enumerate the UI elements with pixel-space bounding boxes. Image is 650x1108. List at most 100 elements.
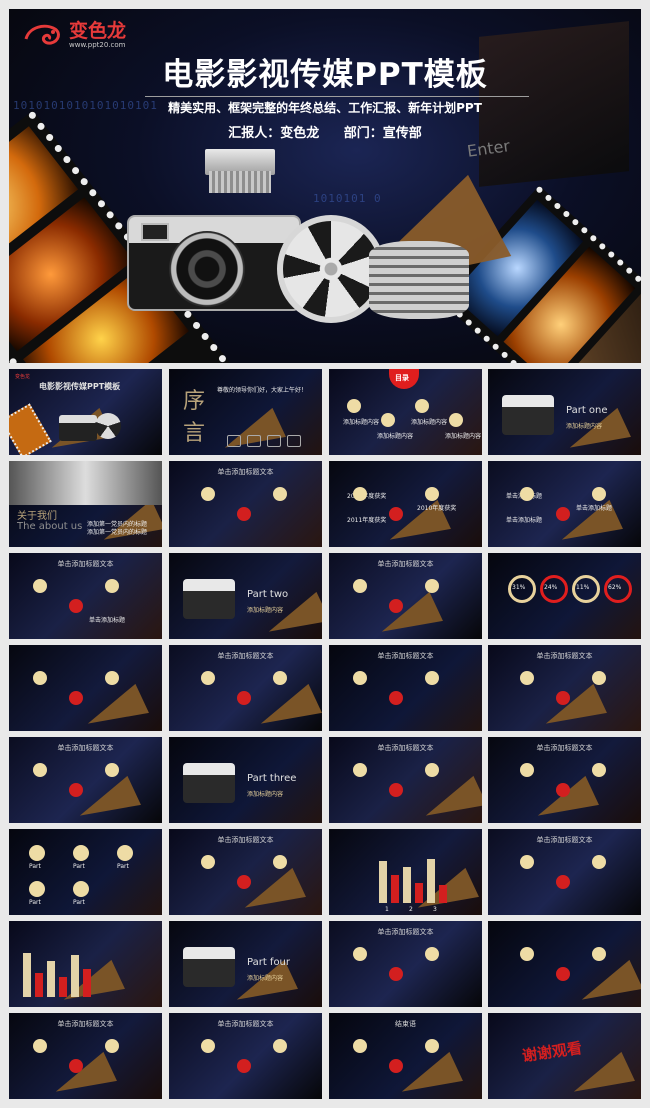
icon-circle [201, 487, 215, 501]
slide-title: 单击添加标题文本 [57, 744, 114, 752]
outline-circle [247, 435, 261, 447]
icon-circle [201, 1039, 215, 1053]
slide-thumbnail[interactable]: 单击添加标题文本 [488, 829, 641, 915]
icon-circle [389, 783, 403, 797]
slide-thumbnail[interactable]: 变色龙 电影影视传媒PPT模板 [9, 369, 162, 455]
slide-thumbnail[interactable]: 单击添加标题文本 [169, 645, 322, 731]
outline-circle [227, 435, 241, 447]
slide-thumbnail[interactable] [9, 921, 162, 1007]
chart-bar [23, 953, 31, 997]
slide-thumbnail[interactable]: Part two 添加标题内容 [169, 553, 322, 639]
chart-bar [379, 861, 387, 903]
chart-bar [71, 955, 79, 997]
slide-thumbnail[interactable] [9, 645, 162, 731]
icon-circle [389, 1059, 403, 1073]
slide-thumbnail[interactable]: 单击添加标题文本 [169, 461, 322, 547]
slide-thumbnail[interactable]: 单击添加标题单击添加标题单击添加标题 [488, 461, 641, 547]
closing-text: 谢谢观看 [521, 1038, 584, 1066]
part-illustration [502, 395, 554, 435]
part-illustration [183, 579, 235, 619]
icon-circle [69, 1059, 83, 1073]
slide-title: 单击添加标题文本 [536, 836, 593, 844]
percent-value: 24% [544, 584, 558, 591]
icon-circle [592, 763, 606, 777]
part-circle [117, 845, 133, 861]
part-subtitle: 添加标题内容 [247, 607, 284, 614]
icon-circle [69, 783, 83, 797]
list-item: 2011年度获奖 [347, 517, 387, 524]
icon-circle [353, 1039, 367, 1053]
part-subtitle: 添加标题内容 [247, 791, 284, 798]
slide-thumbnail[interactable]: 结束语 [329, 1013, 482, 1099]
chart-bar [439, 885, 447, 903]
icon-circle [556, 783, 570, 797]
slide-thumbnail[interactable]: Part one 添加标题内容 [488, 369, 641, 455]
list-item: 单击添加标题 [576, 505, 613, 512]
part-subtitle: 添加标题内容 [566, 423, 603, 430]
icon-circle [556, 691, 570, 705]
icon-circle [592, 487, 606, 501]
slide-thumbnail[interactable]: Part Part Part Part Part [9, 829, 162, 915]
chart-bar [415, 883, 423, 903]
slide-thumbnail[interactable]: 关于我们 The about us 添加第一党员内的标题 添加第一党员内的标题 [9, 461, 162, 547]
slide-title: 电影影视传媒PPT模板 [39, 382, 121, 391]
part-circle [29, 845, 45, 861]
slide-thumbnail[interactable]: 2009年度获奖 2010年度获奖 2011年度获奖 [329, 461, 482, 547]
percent-value: 62% [608, 584, 622, 591]
slide-thumbnail[interactable]: 1 2 3 [329, 829, 482, 915]
part-title: Part two [247, 589, 289, 600]
chart-bar [427, 859, 435, 903]
slide-thumbnail[interactable]: 单击添加标题文本单击添加标题 [9, 553, 162, 639]
chart-tick: 1 [385, 906, 389, 913]
arrow-graphic [81, 683, 149, 731]
slide-title: 单击添加标题文本 [57, 560, 114, 568]
icon-circle [237, 507, 251, 521]
part-label: Part [73, 899, 85, 906]
icon-circle [69, 599, 83, 613]
chart-tick: 3 [433, 906, 437, 913]
reporter-name: 汇报人：变色龙 [228, 126, 320, 141]
icon-circle [353, 579, 367, 593]
slide-thumbnail[interactable]: 单击添加标题文本 [488, 737, 641, 823]
slide-thumbnail[interactable]: 单击添加标题文本 [329, 645, 482, 731]
icon-circle [520, 763, 534, 777]
icon-circle [105, 579, 119, 593]
icon-circle [273, 1039, 287, 1053]
icon-circle [520, 487, 534, 501]
toc-icon [449, 413, 463, 427]
slide-thumbnail[interactable]: 序言 尊敬的领导你们好，大家上午好！ [169, 369, 322, 455]
slide-thumbnail[interactable]: 单击添加标题文本 [169, 829, 322, 915]
slide-thumbnail[interactable]: 单击添加标题文本 [329, 921, 482, 1007]
icon-circle [353, 671, 367, 685]
slide-thumbnail[interactable]: Part three 添加标题内容 [169, 737, 322, 823]
icon-circle [592, 947, 606, 961]
part-illustration [183, 763, 235, 803]
slide-thumbnail[interactable]: 单击添加标题文本 [488, 645, 641, 731]
icon-circle [33, 671, 47, 685]
slide-thumbnail[interactable]: 31% 24% 11% 62% [488, 553, 641, 639]
film-reel-icon [95, 413, 121, 439]
arrow-graphic [49, 1051, 117, 1099]
slide-thumbnail[interactable]: 谢谢观看 [488, 1013, 641, 1099]
slide-thumbnail[interactable]: 单击添加标题文本 [169, 1013, 322, 1099]
slide-thumbnail[interactable]: 单击添加标题文本 [329, 553, 482, 639]
slide-title: 单击添加标题文本 [217, 1020, 274, 1028]
slide-label: 单击添加标题 [89, 617, 126, 624]
toc-icon [381, 413, 395, 427]
slide-thumbnail[interactable]: 单击添加标题文本 [9, 1013, 162, 1099]
slide-title: 目录 [395, 374, 409, 382]
slide-title: 序 [183, 389, 206, 414]
slide-thumbnail[interactable]: Part four 添加标题内容 [169, 921, 322, 1007]
slide-thumbnail[interactable]: 单击添加标题文本 [9, 737, 162, 823]
toc-icon [347, 399, 361, 413]
part-circle [73, 881, 89, 897]
icon-circle [389, 507, 403, 521]
slide-thumbnail[interactable]: 单击添加标题文本 [329, 737, 482, 823]
arrow-graphic [218, 407, 286, 455]
title-divider [145, 96, 529, 97]
icon-circle [237, 875, 251, 889]
icon-circle [425, 579, 439, 593]
slide-thumbnail[interactable]: 目录 添加标题内容 添加标题内容 添加标题内容 添加标题内容 [329, 369, 482, 455]
icon-circle [105, 1039, 119, 1053]
slide-thumbnail[interactable] [488, 921, 641, 1007]
